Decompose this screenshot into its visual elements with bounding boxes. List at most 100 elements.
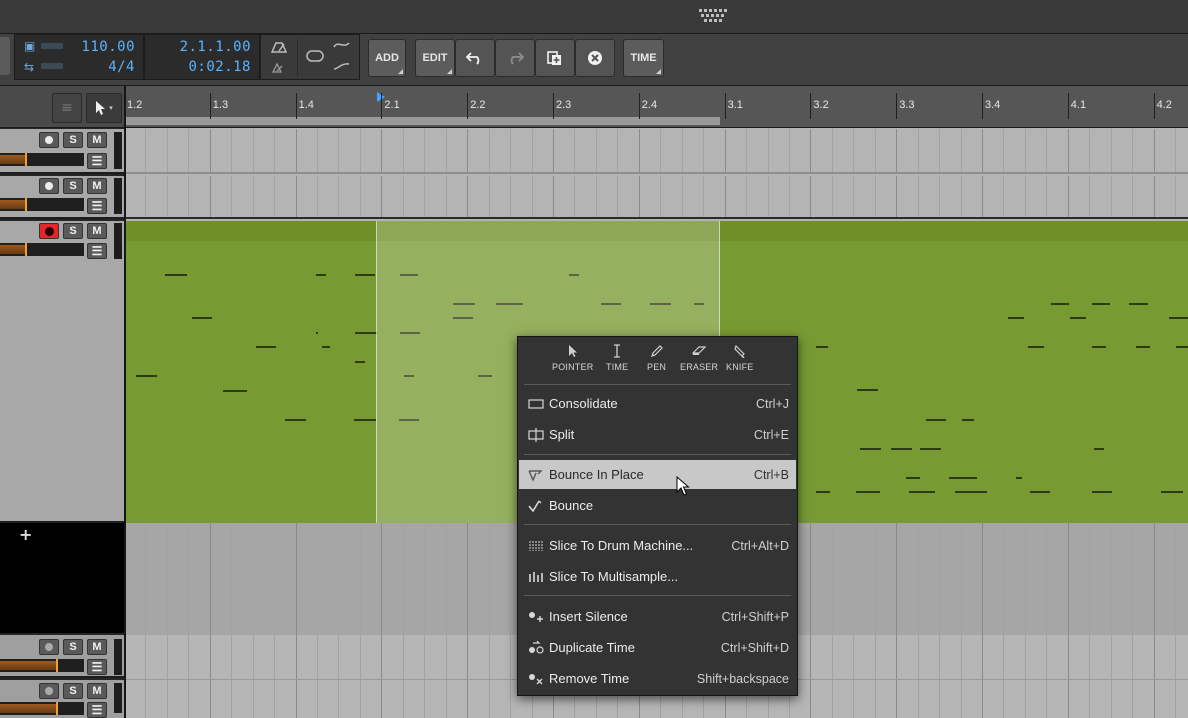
mute-button[interactable]: M [87,132,107,148]
track-list-icon[interactable]: ≡ [52,93,82,123]
track-menu-button[interactable]: ☰ [87,243,107,259]
track-header-armed[interactable]: S M ☰ [0,221,124,523]
timeline-ruler[interactable]: 1.2 1.3 1.4 2.1 2.2 2.3 2.4 3.1 3.2 3.3 3.4 4.1 4.2 [126,86,1188,128]
loop-icon[interactable] [305,48,325,64]
tool-pen[interactable]: PEN [647,344,666,372]
solo-button[interactable]: S [63,683,83,699]
volume-meter[interactable] [0,153,84,166]
menu-item-shortcut: Ctrl+Shift+P [721,609,789,624]
redo-button[interactable] [495,39,535,77]
tool-pen-label: PEN [647,362,667,372]
track-lane[interactable] [126,176,1188,219]
add-track-area[interactable]: + [0,523,124,633]
track-header[interactable]: S M ☰ [0,129,124,174]
track-menu-button[interactable]: ☰ [87,153,107,169]
automation-write-icon[interactable] [333,39,351,51]
menu-item-split[interactable]: Split Ctrl+E [519,420,796,449]
volume-meter[interactable] [0,243,84,256]
volume-meter[interactable] [0,659,84,672]
grid-line [617,129,618,172]
track-menu-button[interactable]: ☰ [87,702,107,718]
pointer-tool-button[interactable]: ▾ [86,93,122,123]
menu-item-insert-silence[interactable]: Insert Silence Ctrl+Shift+P [519,602,796,631]
menu-item-duplicate-time[interactable]: Duplicate Time Ctrl+Shift+D [519,633,796,662]
mute-button[interactable]: M [87,178,107,194]
grid-line [875,680,876,718]
solo-button[interactable]: S [63,178,83,194]
menu-item-bounce-in-place[interactable]: Bounce In Place Ctrl+B [519,460,796,489]
ruler-label: 1.3 [212,99,229,111]
metronome-icon[interactable] [269,40,289,56]
grid-line [853,176,854,217]
track-header[interactable]: S M ☰ [0,176,124,219]
grid-line [768,129,769,172]
ruler-tick [982,93,983,119]
grid-line [317,680,318,718]
grid-line [317,129,318,172]
track-header[interactable]: S M ☰ [0,635,124,678]
position-display[interactable]: 2.1.1.00 0:02.18 [144,34,260,80]
track-menu-button[interactable]: ☰ [87,198,107,214]
tempo-value[interactable]: 110.00 [65,39,135,55]
volume-meter[interactable] [0,198,84,211]
record-arm-button[interactable] [39,639,59,655]
midi-note [256,346,276,348]
delete-button[interactable] [575,39,615,77]
loop-region-bar[interactable] [126,117,720,125]
tool-pointer[interactable]: POINTER [552,344,593,372]
menu-item-consolidate[interactable]: Consolidate Ctrl+J [519,389,796,418]
record-arm-button-active[interactable] [39,223,59,239]
mute-button[interactable]: M [87,223,107,239]
record-arm-button[interactable] [39,178,59,194]
time-signature-value[interactable]: 4/4 [65,59,135,75]
tool-knife[interactable]: KNIFE [726,344,754,372]
grid-line [1025,635,1026,679]
menu-item-slice-multisample[interactable]: Slice To Multisample... [519,562,796,591]
grid-line [918,176,919,217]
grid-line [424,635,425,679]
grid-line [1046,635,1047,679]
record-arm-button[interactable] [39,683,59,699]
pre-roll-icon[interactable] [269,61,289,75]
time-button[interactable]: TIME [623,39,664,77]
solo-button[interactable]: S [63,132,83,148]
mute-button[interactable]: M [87,683,107,699]
grid-line [296,635,297,679]
track-menu-button[interactable]: ☰ [87,659,107,675]
add-button[interactable]: ADD [368,39,406,77]
midi-note [1051,303,1069,305]
volume-meter[interactable] [0,702,84,715]
mute-button[interactable]: M [87,639,107,655]
solo-button[interactable]: S [63,223,83,239]
ruler-label: 2.2 [470,99,486,111]
grid-line [167,523,168,635]
track-header-panel: ≡ ▾ S M ☰ S M ☰ S M ☰ + S M ☰ S M ☰ [0,86,124,718]
pen-icon [650,345,663,357]
solo-button[interactable]: S [63,639,83,655]
menu-item-slice-drum-machine[interactable]: Slice To Drum Machine... Ctrl+Alt+D [519,531,796,560]
track-header[interactable]: S M ☰ [0,680,124,718]
grid-line [789,129,790,172]
tempo-display[interactable]: ▣ ⇆ 110.00 4/4 [14,34,144,80]
grid-line [1068,221,1069,523]
panel-toggle-button[interactable] [0,37,10,75]
grid-line [317,523,318,635]
grid-line [939,523,940,635]
grid-line [596,176,597,217]
menu-item-remove-time[interactable]: Remove Time Shift+backspace [519,664,796,693]
transport-toolbar: ▣ ⇆ 110.00 4/4 2.1.1.00 0:02.18 ADD EDIT… [0,34,1188,86]
automation-mode-icon[interactable] [333,61,351,73]
add-track-icon[interactable]: + [19,525,32,544]
record-arm-button[interactable] [39,132,59,148]
grid-line [510,523,511,635]
menu-item-bounce[interactable]: Bounce [519,491,796,520]
duplicate-button[interactable] [535,39,575,77]
redo-icon [510,52,524,65]
tool-eraser[interactable]: ERASER [680,344,718,372]
edit-button[interactable]: EDIT [415,39,455,77]
undo-button[interactable] [455,39,495,77]
tool-time[interactable]: TIME [606,344,628,372]
transport-options [260,34,360,80]
grid-line [167,221,168,523]
track-lane[interactable] [126,129,1188,174]
